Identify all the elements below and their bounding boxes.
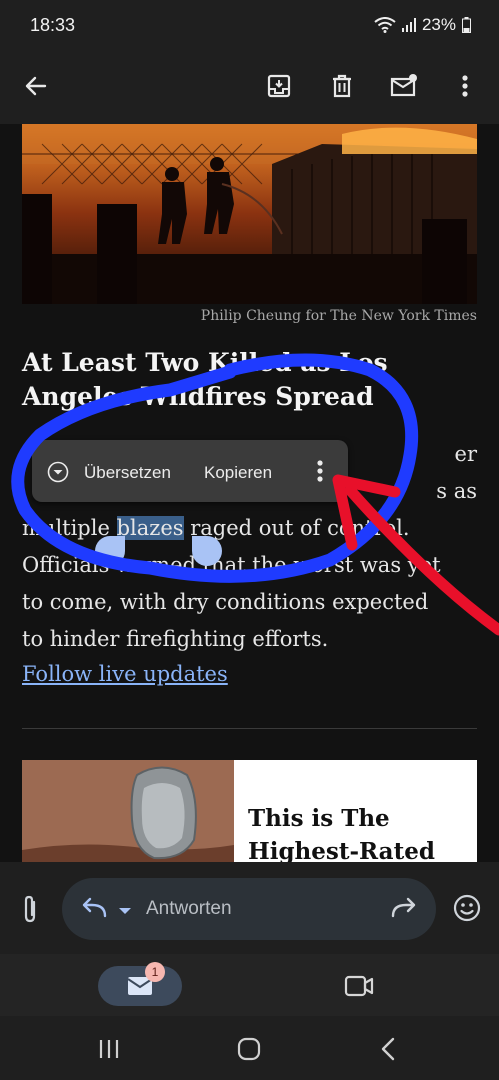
emoji-icon[interactable] xyxy=(453,894,481,927)
promo-card[interactable]: This is The Highest-Rated xyxy=(22,760,477,862)
home-icon[interactable] xyxy=(237,1037,261,1066)
chevron-down-icon[interactable] xyxy=(118,903,132,921)
promo-title: This is The Highest-Rated xyxy=(248,802,468,862)
battery-icon xyxy=(462,17,471,33)
article-photo xyxy=(22,124,477,304)
more-vertical-icon[interactable] xyxy=(316,459,324,488)
photo-credit: Philip Cheung for The New York Times xyxy=(200,308,477,324)
more-vertical-icon[interactable] xyxy=(445,66,485,106)
status-time: 18:33 xyxy=(30,15,76,35)
video-camera-icon[interactable] xyxy=(344,974,374,1003)
headline-line-2: Angeles Wildfires Spread xyxy=(22,382,374,411)
divider xyxy=(22,728,477,729)
reply-placeholder[interactable]: Antworten xyxy=(146,898,232,920)
archive-icon[interactable] xyxy=(259,66,299,106)
recent-apps-icon[interactable] xyxy=(98,1038,120,1065)
live-updates-link[interactable]: Follow live updates xyxy=(22,662,228,686)
selected-text[interactable]: blazes xyxy=(116,516,184,540)
top-app-bar xyxy=(0,52,499,124)
body-text-span: multiple xyxy=(22,516,117,540)
reply-icon[interactable] xyxy=(80,896,108,925)
body-line-6: to hinder firefighting efforts. xyxy=(22,627,329,651)
selection-handle-start[interactable] xyxy=(95,536,125,566)
forward-icon[interactable] xyxy=(390,896,418,925)
translate-menu-item[interactable]: Übersetzen xyxy=(84,463,171,483)
copy-menu-item[interactable]: Kopieren xyxy=(204,463,272,483)
bottom-navigation xyxy=(0,954,499,1016)
promo-title-line: Highest-Rated xyxy=(248,838,435,862)
status-icons: 23% xyxy=(374,15,471,35)
promo-title-line: This is The xyxy=(248,805,390,832)
trash-icon[interactable] xyxy=(322,66,362,106)
mail-unread-icon[interactable] xyxy=(384,66,424,106)
arrow-left-icon[interactable] xyxy=(16,66,56,106)
body-line-3: multiple blazes raged out of control. xyxy=(22,510,477,547)
back-nav-icon[interactable] xyxy=(380,1037,396,1066)
unread-badge: 1 xyxy=(145,962,165,982)
text-selection-menu xyxy=(32,440,348,502)
paperclip-icon[interactable] xyxy=(18,894,42,929)
selection-handle-end[interactable] xyxy=(192,536,222,566)
chevron-down-circle-icon[interactable] xyxy=(47,461,69,488)
battery-percent: 23% xyxy=(421,15,456,34)
promo-image xyxy=(22,760,234,862)
wifi-icon xyxy=(374,17,396,33)
body-line-4: Officials warned that the worst was yet xyxy=(22,553,441,577)
body-line-5: to come, with dry conditions expected xyxy=(22,590,429,614)
headline-line-1: At Least Two Killed as Los xyxy=(22,348,388,377)
body-text-span: raged out of control. xyxy=(183,516,410,540)
signal-icon xyxy=(401,18,416,32)
article-headline[interactable]: At Least Two Killed as Los Angeles Wildf… xyxy=(22,346,477,414)
